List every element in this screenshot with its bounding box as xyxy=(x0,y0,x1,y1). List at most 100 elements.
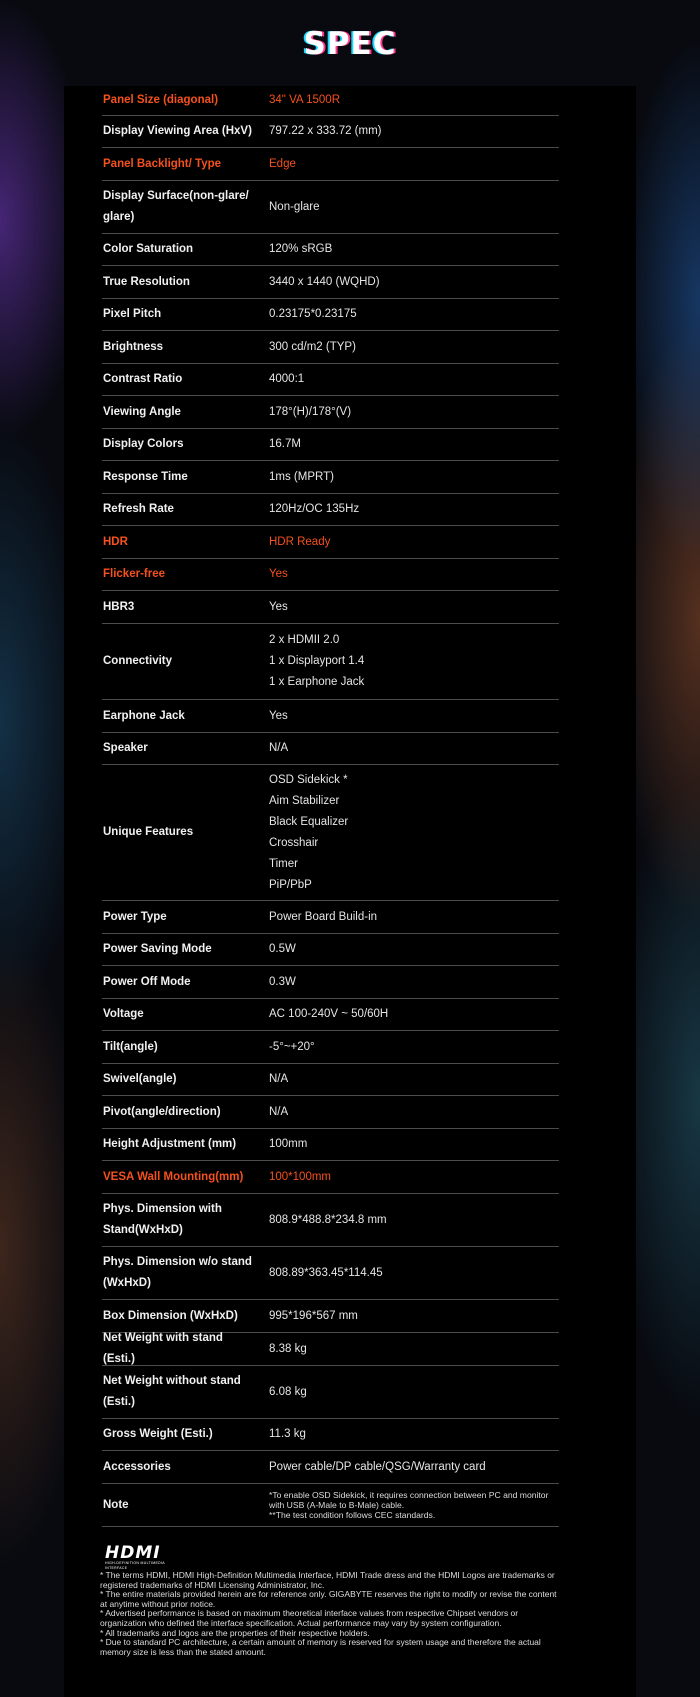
footnote: * Due to standard PC architecture, a cer… xyxy=(100,1637,541,1657)
spec-label: Display Viewing Area (HxV) xyxy=(103,125,252,137)
spec-value-line: Timer xyxy=(269,857,298,870)
spec-row: Phys. Dimension w/o stand (WxHxD) 808.89*… xyxy=(102,1247,559,1300)
spec-label: Unique Features xyxy=(103,826,194,838)
spec-value: 3440 x 1440 (WQHD) xyxy=(269,275,380,288)
spec-value: Power cable/DP cable/QSG/Warranty card xyxy=(269,1460,486,1473)
spec-value: Edge xyxy=(269,157,296,170)
spec-label: Phys. Dimension w/o stand (WxHxD) xyxy=(103,1256,252,1289)
spec-label: Contrast Ratio xyxy=(103,373,183,385)
spec-value: 300 cd/m2 (TYP) xyxy=(269,340,356,353)
spec-label: True Resolution xyxy=(103,275,190,288)
spec-value-line: 1 x Displayport 1.4 xyxy=(269,655,365,667)
spec-label: VESA Wall Mounting(mm) xyxy=(103,1170,244,1183)
footnote: * The terms HDMI, HDMI High-Definition M… xyxy=(100,1570,555,1590)
spec-value: 4000:1 xyxy=(269,373,305,385)
spec-value-line: 2 x HDMII 2.0 xyxy=(269,634,340,646)
spec-row: Display Colors 16.7M xyxy=(102,429,559,461)
spec-value: 120Hz/OC 135Hz xyxy=(269,503,360,515)
spec-row: Power Type Power Board Build-in xyxy=(102,901,559,934)
spec-value: Yes xyxy=(269,600,288,613)
spec-label: Viewing Angle xyxy=(103,405,181,418)
spec-row: Viewing Angle 178°(H)/178°(V) xyxy=(102,396,559,429)
spec-row: HDR HDR Ready xyxy=(102,526,559,559)
spec-label: Display Surface(non-glare/ glare) xyxy=(103,190,249,223)
spec-value: 8.38 kg xyxy=(269,1342,307,1355)
spec-label: Earphone Jack xyxy=(103,709,185,722)
spec-label: Pixel Pitch xyxy=(103,308,162,320)
spec-value: 2 x HDMII 2.0 1 x Displayport 1.4 1 x Earp… xyxy=(269,624,559,699)
spec-value: N/A xyxy=(269,1073,289,1085)
spec-row: True Resolution 3440 x 1440 (WQHD) xyxy=(102,266,559,299)
spec-value-line: 1 x Earphone Jack xyxy=(269,676,365,688)
spec-value: AC 100-240V ~ 50/60H xyxy=(269,1008,389,1020)
spec-row: Display Surface(non-glare/ glare) Non-gla… xyxy=(102,181,559,234)
spec-label: Power Saving Mode xyxy=(103,943,212,955)
spec-label: Flicker-free xyxy=(103,568,166,580)
spec-value: 34" VA 1500R xyxy=(269,93,341,106)
spec-label: Net Weight without stand (Esti.) xyxy=(103,1375,241,1408)
spec-label: Color Saturation xyxy=(103,243,194,255)
spec-row: Connectivity 2 x HDMII 2.0 1 x Displayport… xyxy=(102,624,559,700)
spec-row: Note *To enable OSD Sidekick, it requires… xyxy=(102,1484,559,1527)
spec-value-line: Aim Stabilizer xyxy=(269,794,340,807)
spec-label: Height Adjustment (mm) xyxy=(103,1138,237,1150)
spec-label: Gross Weight (Esti.) xyxy=(103,1428,213,1440)
note-line: *To enable OSD Sidekick, it requires con… xyxy=(269,1490,549,1510)
hdmi-logo-word: HDMI xyxy=(105,1543,161,1563)
hdmi-logo: HDMI HIGH-DEFINITION MULTIMEDIA INTERFAC… xyxy=(105,1543,185,1571)
spec-label: Phys. Dimension with Stand(WxHxD) xyxy=(103,1203,222,1236)
spec-value: -5°~+20° xyxy=(269,1040,315,1053)
spec-label: Pivot(angle/direction) xyxy=(103,1105,221,1118)
spec-row: Flicker-free Yes xyxy=(102,559,559,591)
spec-row: Speaker N/A xyxy=(102,733,559,765)
spec-value: 995*196*567 mm xyxy=(269,1309,358,1322)
spec-row: Response Time 1ms (MPRT) xyxy=(102,461,559,494)
spec-row: Refresh Rate 120Hz/OC 135Hz xyxy=(102,494,559,526)
spec-row: Panel Backlight/ Type Edge xyxy=(102,148,559,181)
spec-label: Brightness xyxy=(103,340,164,353)
spec-row: Swivel(angle) N/A xyxy=(102,1064,559,1096)
spec-label: Refresh Rate xyxy=(103,503,174,515)
spec-row: Pixel Pitch 0.23175*0.23175 xyxy=(102,299,559,331)
spec-value: 0.5W xyxy=(269,943,296,955)
note-line: **The test condition follows CEC standar… xyxy=(269,1510,436,1520)
spec-label: Tilt(angle) xyxy=(103,1040,158,1053)
spec-value: Yes xyxy=(269,709,288,722)
spec-label: Swivel(angle) xyxy=(103,1073,177,1085)
spec-value: 0.3W xyxy=(269,975,296,988)
spec-row: Color Saturation 120% sRGB xyxy=(102,234,559,266)
spec-row: Gross Weight (Esti.) 11.3 kg xyxy=(102,1419,559,1451)
spec-row: Brightness 300 cd/m2 (TYP) xyxy=(102,331,559,364)
spec-label: Note xyxy=(103,1498,129,1511)
spec-row: Unique Features OSD Sidekick * Aim Stabili… xyxy=(102,765,559,901)
page-title: SPEC xyxy=(303,26,397,62)
spec-value: Yes xyxy=(269,568,288,580)
spec-value-line: PiP/PbP xyxy=(269,878,312,891)
spec-value: 1ms (MPRT) xyxy=(269,470,334,483)
spec-value: 0.23175*0.23175 xyxy=(269,308,357,320)
spec-label: HBR3 xyxy=(103,600,135,613)
spec-label: Power Off Mode xyxy=(103,975,191,988)
spec-value: 100*100mm xyxy=(269,1170,332,1183)
spec-value: 808.89*363.45*114.45 xyxy=(269,1266,383,1279)
spec-row: Tilt(angle) -5°~+20° xyxy=(102,1031,559,1064)
spec-label: Accessories xyxy=(103,1460,171,1473)
spec-value: HDR Ready xyxy=(269,535,331,548)
spec-label: Display Colors xyxy=(103,438,184,450)
spec-value-line: Crosshair xyxy=(269,836,319,849)
spec-value: 6.08 kg xyxy=(269,1385,307,1398)
footnotes: * The terms HDMI, HDMI High-Definition M… xyxy=(100,1570,560,1657)
spec-value: OSD Sidekick * Aim Stabilizer Black Equali… xyxy=(269,765,559,900)
spec-row: Height Adjustment (mm) 100mm xyxy=(102,1129,559,1161)
spec-value: N/A xyxy=(269,1105,289,1118)
spec-row: Power Saving Mode 0.5W xyxy=(102,934,559,966)
spec-row: Voltage AC 100-240V ~ 50/60H xyxy=(102,999,559,1031)
spec-label: HDR xyxy=(103,535,128,548)
spec-row: HBR3 Yes xyxy=(102,591,559,624)
spec-value-line: Black Equalizer xyxy=(269,815,349,828)
spec-value: N/A xyxy=(269,742,289,754)
spec-row: Accessories Power cable/DP cable/QSG/Warr… xyxy=(102,1451,559,1484)
spec-row: Panel Size (diagonal) 34" VA 1500R xyxy=(102,85,559,116)
spec-row: Power Off Mode 0.3W xyxy=(102,966,559,999)
spec-value: Non-glare xyxy=(269,200,320,213)
